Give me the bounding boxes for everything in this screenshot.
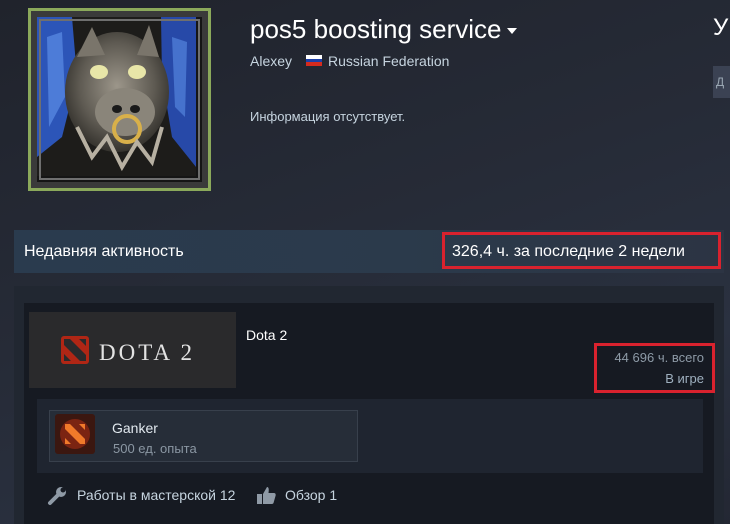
- game-capsule[interactable]: DOTA 2: [29, 312, 236, 388]
- reviews-link[interactable]: Обзор 1: [285, 487, 337, 503]
- highlight-box-total-hours: [594, 343, 715, 393]
- persona-name-text: pos5 boosting service: [250, 14, 502, 44]
- dota-logo-icon: DOTA 2: [29, 312, 236, 388]
- country-name: Russian Federation: [328, 53, 450, 69]
- achievement-item[interactable]: [49, 410, 358, 462]
- recent-activity-title[interactable]: Недавняя активность: [24, 243, 184, 261]
- achievement-title: Ganker: [112, 420, 158, 436]
- achievement-xp: 500 ед. опыта: [113, 441, 197, 456]
- flag-ru-icon: [306, 55, 322, 66]
- avatar[interactable]: [28, 8, 211, 191]
- workshop-link[interactable]: Работы в мастерской 12: [77, 487, 235, 503]
- avatar-image: [31, 11, 208, 188]
- achievement-icon: [55, 414, 95, 454]
- real-name: Alexey: [250, 53, 293, 69]
- caret-down-icon[interactable]: [507, 28, 518, 35]
- header-button-partial[interactable]: Д: [713, 66, 730, 98]
- persona-name[interactable]: pos5 boosting service: [250, 14, 518, 45]
- profile-summary: Информация отсутствует.: [250, 109, 406, 124]
- highlight-box-recent-hours: [442, 232, 721, 269]
- game-name[interactable]: Dota 2: [246, 327, 287, 343]
- thumbs-up-icon: [255, 484, 277, 506]
- level-heading-partial: У: [713, 14, 729, 41]
- wrench-icon: [47, 486, 69, 506]
- dota-logo-text: DOTA 2: [99, 340, 195, 365]
